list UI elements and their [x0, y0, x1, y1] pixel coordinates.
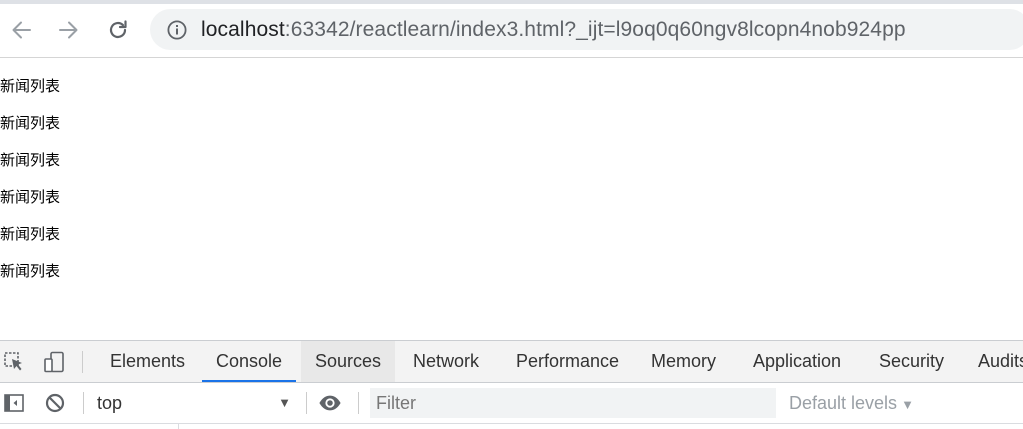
tab-elements[interactable]: Elements	[96, 341, 199, 382]
reload-button[interactable]	[102, 14, 134, 46]
toolbar-divider	[83, 392, 84, 414]
dropdown-arrow-icon: ▼	[278, 395, 291, 410]
console-drawer-edge	[0, 423, 179, 429]
reload-icon	[106, 18, 130, 42]
live-expression-eye-icon[interactable]	[318, 391, 342, 415]
back-arrow-icon	[10, 19, 32, 41]
news-list-item: 新闻列表	[0, 114, 61, 132]
devtools-panel: Elements Console Sources Network Perform…	[0, 340, 1023, 429]
browser-toolbar: localhost:63342/reactlearn/index3.html?_…	[0, 0, 1023, 58]
log-levels-label: Default levels	[789, 393, 898, 413]
site-info-icon[interactable]	[167, 20, 187, 40]
news-list-item: 新闻列表	[0, 225, 61, 243]
sidebar-toggle-icon[interactable]	[2, 391, 26, 415]
tab-network[interactable]: Network	[399, 341, 493, 382]
page-content: 新闻列表 新闻列表 新闻列表 新闻列表 新闻列表 新闻列表	[0, 58, 1023, 340]
toolbar-divider	[306, 392, 307, 414]
devtools-tabbar: Elements Console Sources Network Perform…	[0, 341, 1023, 383]
url-host: localhost	[201, 18, 285, 41]
toolbar-divider	[82, 351, 83, 373]
news-list-item: 新闻列表	[0, 262, 61, 280]
url-text[interactable]: localhost:63342/reactlearn/index3.html?_…	[201, 17, 906, 43]
forward-arrow-icon	[58, 19, 80, 41]
device-toolbar-icon[interactable]	[42, 350, 66, 374]
tab-memory[interactable]: Memory	[637, 341, 730, 382]
tab-sources[interactable]: Sources	[301, 341, 396, 382]
tab-application[interactable]: Application	[739, 341, 855, 382]
news-list-item: 新闻列表	[0, 77, 61, 95]
context-value: top	[97, 393, 123, 413]
back-button[interactable]	[5, 14, 37, 46]
context-selector[interactable]: top ▼	[97, 391, 297, 415]
tab-audits[interactable]: Audits	[964, 341, 1023, 382]
forward-button[interactable]	[53, 14, 85, 46]
clear-console-icon[interactable]	[43, 391, 67, 415]
address-bar[interactable]: localhost:63342/reactlearn/index3.html?_…	[150, 9, 1023, 50]
console-filter-input[interactable]	[370, 388, 776, 418]
tab-console[interactable]: Console	[202, 341, 297, 382]
console-toolbar: top ▼ Default levels▼	[0, 383, 1023, 424]
tabstrip-edge	[0, 0, 1023, 4]
dropdown-arrow-icon: ▼	[901, 397, 914, 412]
log-levels-dropdown[interactable]: Default levels ▼	[789, 391, 914, 415]
tab-performance[interactable]: Performance	[502, 341, 633, 382]
url-path: :63342/reactlearn/index3.html?_ijt=l9oq0…	[284, 18, 906, 41]
inspect-element-icon[interactable]	[2, 350, 26, 374]
tab-security[interactable]: Security	[865, 341, 958, 382]
toolbar-divider	[358, 392, 359, 414]
news-list-item: 新闻列表	[0, 188, 61, 206]
news-list-item: 新闻列表	[0, 151, 61, 169]
